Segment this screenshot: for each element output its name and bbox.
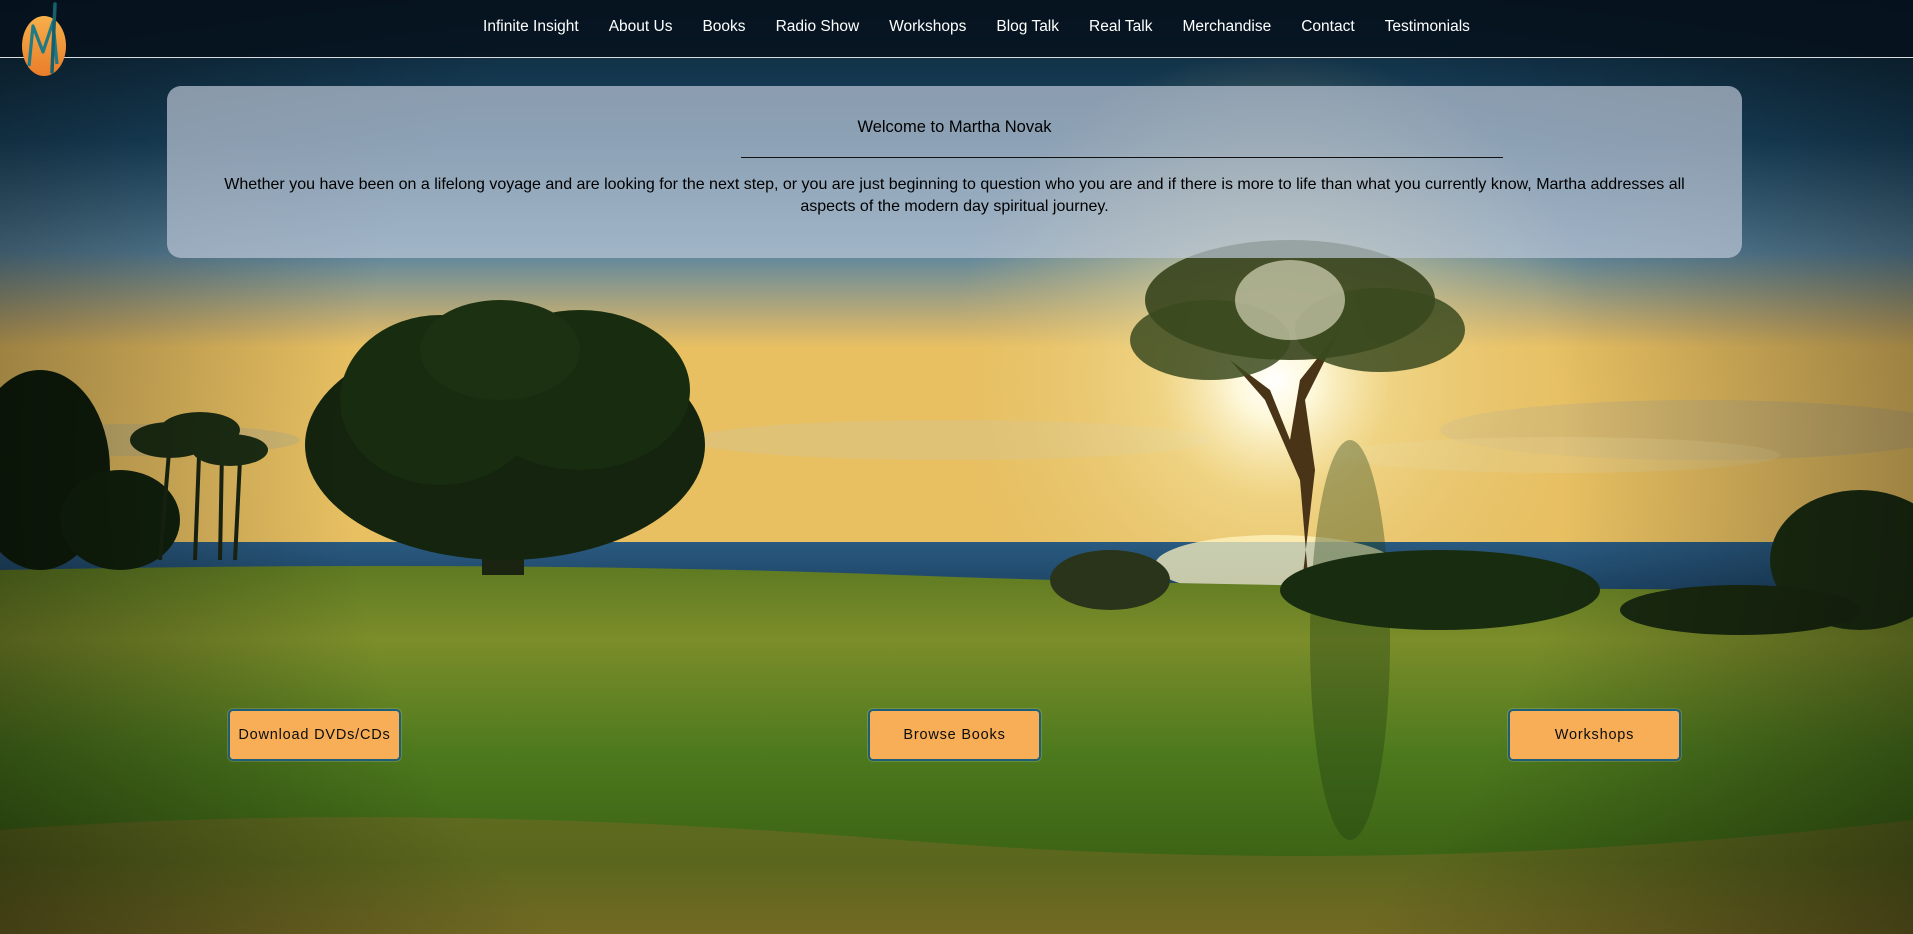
nav-item-real-talk[interactable]: Real Talk [1074, 18, 1167, 36]
nav-item-testimonials[interactable]: Testimonials [1370, 18, 1485, 36]
workshops-button[interactable]: Workshops [1508, 709, 1681, 761]
nav-item-infinite-insight[interactable]: Infinite Insight [468, 18, 594, 36]
welcome-divider [741, 157, 1503, 158]
martha-novak-m-logo-icon[interactable] [20, 2, 70, 76]
welcome-title: Welcome to Martha Novak [857, 118, 1052, 136]
nav-item-about-us[interactable]: About Us [594, 18, 688, 36]
welcome-description: Whether you have been on a lifelong voya… [224, 176, 1685, 215]
download-dvds-cds-button[interactable]: Download DVDs/CDs [228, 709, 401, 761]
nav-item-books[interactable]: Books [687, 18, 760, 36]
nav-item-blog-talk[interactable]: Blog Talk [981, 18, 1074, 36]
top-navigation-bar: Infinite Insight About Us Books Radio Sh… [0, 0, 1913, 58]
welcome-panel: Welcome to Martha Novak Whether you have… [167, 86, 1742, 258]
nav-item-workshops[interactable]: Workshops [874, 18, 981, 36]
nav-item-merchandise[interactable]: Merchandise [1167, 18, 1286, 36]
nav-item-contact[interactable]: Contact [1286, 18, 1369, 36]
browse-books-button[interactable]: Browse Books [868, 709, 1041, 761]
main-menu: Infinite Insight About Us Books Radio Sh… [0, 0, 1913, 54]
nav-item-radio-show[interactable]: Radio Show [761, 18, 875, 36]
